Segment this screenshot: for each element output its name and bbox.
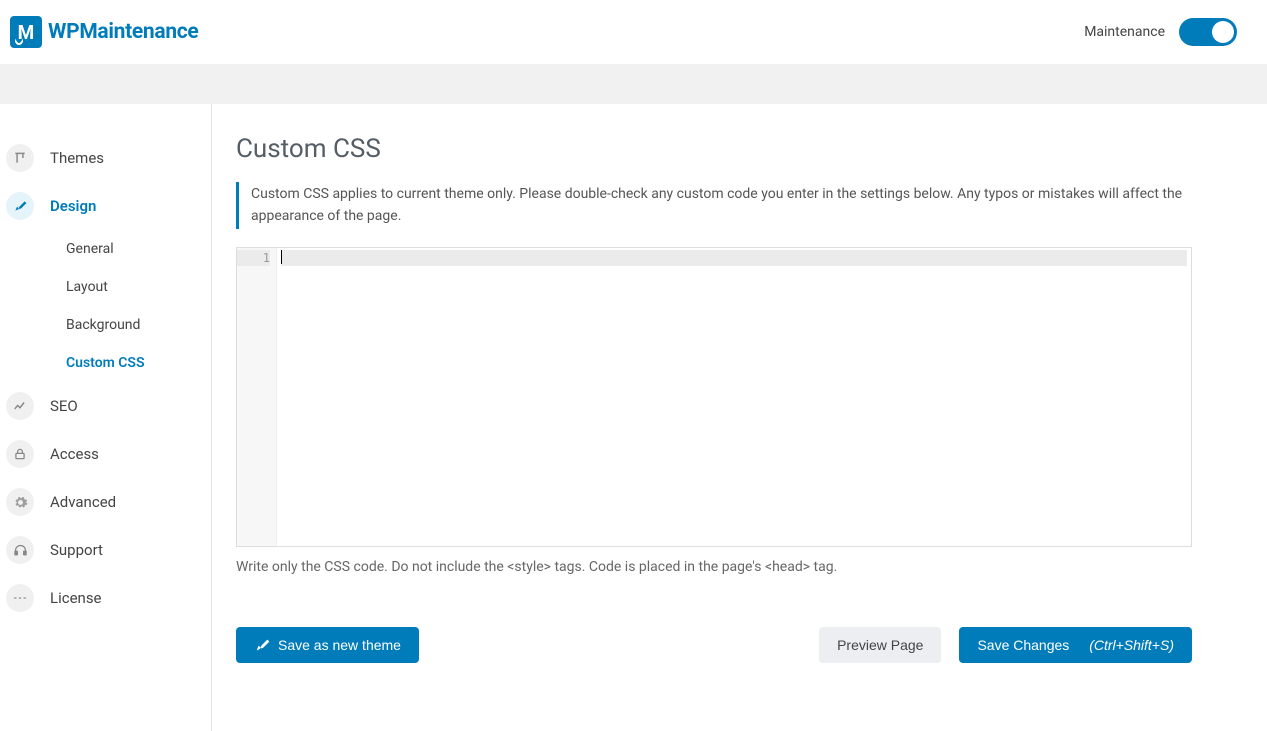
logo-maintenance: Maintenance — [79, 20, 198, 44]
design-submenu: General Layout Background Custom CSS — [0, 230, 211, 382]
brush-icon — [254, 637, 270, 653]
themes-icon — [6, 144, 34, 172]
top-bar: M WPMaintenance Maintenance — [0, 0, 1267, 64]
line-number: 1 — [237, 250, 270, 266]
logo-mark-icon: M — [10, 16, 42, 48]
save-shortcut: (Ctrl+Shift+S) — [1089, 637, 1174, 653]
sidebar-item-label: SEO — [50, 397, 78, 415]
key-icon — [6, 584, 34, 612]
sidebar-item-label: Access — [50, 445, 99, 463]
sidebar-item-label: License — [50, 589, 102, 607]
sidebar-item-themes[interactable]: Themes — [0, 134, 211, 182]
content-area: Custom CSS Custom CSS applies to current… — [212, 104, 1267, 731]
sidebar-item-label: Design — [50, 197, 96, 215]
gear-icon — [6, 488, 34, 516]
sidebar-item-label: Support — [50, 541, 103, 559]
sidebar-item-advanced[interactable]: Advanced — [0, 478, 211, 526]
maintenance-toggle[interactable] — [1179, 18, 1237, 46]
actions-right: Preview Page Save Changes (Ctrl+Shift+S) — [819, 627, 1192, 663]
brush-icon — [6, 192, 34, 220]
button-label: Save Changes — [977, 637, 1069, 653]
header-spacer — [0, 64, 1267, 104]
button-label: Save as new theme — [278, 637, 401, 653]
notice-box: Custom CSS applies to current theme only… — [236, 182, 1192, 229]
header-right: Maintenance — [1084, 18, 1237, 46]
subnav-general[interactable]: General — [66, 230, 211, 268]
sidebar-item-support[interactable]: Support — [0, 526, 211, 574]
editor-gutter: 1 — [237, 248, 277, 546]
preview-page-button[interactable]: Preview Page — [819, 627, 941, 663]
sidebar-item-design[interactable]: Design — [0, 182, 211, 230]
css-editor[interactable]: 1 — [236, 247, 1192, 547]
sidebar-item-label: Advanced — [50, 493, 116, 511]
chart-icon — [6, 392, 34, 420]
save-changes-button[interactable]: Save Changes (Ctrl+Shift+S) — [959, 627, 1192, 663]
save-as-new-theme-button[interactable]: Save as new theme — [236, 627, 419, 663]
sidebar-item-access[interactable]: Access — [0, 430, 211, 478]
sidebar: Themes Design General Layout Background … — [0, 104, 212, 731]
helper-text: Write only the CSS code. Do not include … — [236, 559, 1192, 575]
sidebar-item-seo[interactable]: SEO — [0, 382, 211, 430]
logo-wp: WP — [48, 20, 79, 44]
subnav-custom-css[interactable]: Custom CSS — [66, 344, 211, 382]
sidebar-item-license[interactable]: License — [0, 574, 211, 622]
sidebar-item-label: Themes — [50, 149, 104, 167]
maintenance-toggle-label: Maintenance — [1084, 24, 1165, 40]
cursor-icon — [281, 250, 282, 264]
main-layout: Themes Design General Layout Background … — [0, 104, 1267, 731]
button-label: Preview Page — [837, 637, 923, 653]
brand-logo: M WPMaintenance — [10, 16, 198, 48]
action-bar: Save as new theme Preview Page Save Chan… — [236, 627, 1192, 663]
headset-icon — [6, 536, 34, 564]
subnav-background[interactable]: Background — [66, 306, 211, 344]
page-title: Custom CSS — [236, 134, 1192, 164]
subnav-layout[interactable]: Layout — [66, 268, 211, 306]
lock-icon — [6, 440, 34, 468]
logo-text: WPMaintenance — [48, 20, 198, 44]
code-area[interactable] — [277, 248, 1191, 546]
